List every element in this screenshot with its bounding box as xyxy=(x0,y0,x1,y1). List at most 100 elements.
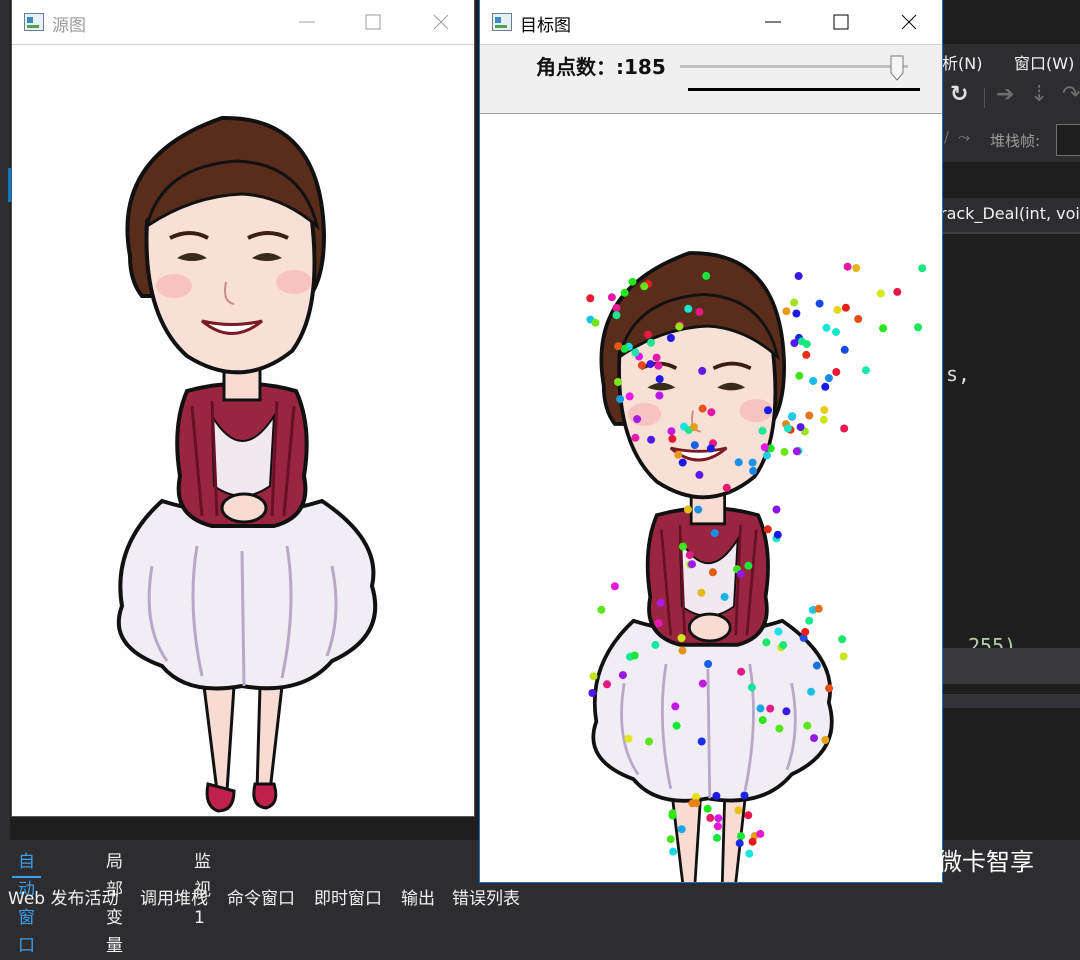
menu-analyze[interactable]: 析(N) xyxy=(942,50,982,74)
corner-point xyxy=(735,839,744,848)
corner-point xyxy=(631,348,640,357)
close-button[interactable] xyxy=(886,0,932,44)
code-splitter[interactable] xyxy=(940,694,1080,708)
corner-point xyxy=(671,702,680,711)
corner-point xyxy=(807,687,816,696)
corner-point xyxy=(656,598,665,607)
tab-web-publish[interactable]: Web 发布活动 xyxy=(8,884,118,909)
corner-point xyxy=(677,825,686,834)
corner-point xyxy=(666,835,675,844)
corner-point xyxy=(647,338,655,347)
tab-autos[interactable]: 自动窗口 xyxy=(12,848,41,956)
source-window-title: 源图 xyxy=(52,16,86,36)
thread-icon[interactable]: / xyxy=(944,128,949,146)
minimize-button[interactable] xyxy=(284,0,330,44)
trackbar-value: :185 xyxy=(616,55,666,79)
target-image-window[interactable]: 目标图 角点数：:185 xyxy=(480,0,942,921)
tab-immediate-window[interactable]: 即时窗口 xyxy=(314,884,382,909)
corner-point xyxy=(710,529,719,538)
corner-point xyxy=(779,641,788,650)
flag-icon[interactable]: ⤳ xyxy=(958,128,970,146)
minimize-icon xyxy=(765,21,781,23)
corner-point xyxy=(607,293,616,302)
corner-point xyxy=(620,288,629,297)
corner-point xyxy=(651,640,660,649)
source-image xyxy=(12,46,474,816)
corner-point xyxy=(797,337,806,346)
corner-point xyxy=(708,568,717,577)
maximize-icon xyxy=(833,14,849,30)
trackbar-label: 角点数：:185 xyxy=(536,55,666,79)
corner-point xyxy=(854,315,863,323)
corner-point xyxy=(840,345,849,354)
tab-error-list[interactable]: 错误列表 xyxy=(452,884,520,909)
corner-point xyxy=(646,360,655,369)
corner-point xyxy=(876,289,885,298)
corner-point xyxy=(702,271,711,280)
tab-watch1[interactable]: 监视 1 xyxy=(188,848,217,928)
minimize-button[interactable] xyxy=(750,0,796,44)
corner-point xyxy=(802,350,811,359)
maximize-button[interactable] xyxy=(350,0,396,44)
tab-call-stack[interactable]: 调用堆栈 xyxy=(140,884,208,909)
corner-point xyxy=(780,447,789,456)
corner-point xyxy=(803,721,812,730)
corner-point xyxy=(758,716,767,725)
source-image-window[interactable]: 源图 xyxy=(12,0,474,816)
trackbar-track[interactable] xyxy=(680,65,908,69)
corner-point xyxy=(674,450,683,459)
corner-point xyxy=(677,634,686,642)
corner-point xyxy=(788,412,797,421)
target-window-titlebar[interactable]: 目标图 xyxy=(480,0,942,45)
corner-point xyxy=(810,734,818,743)
corner-point xyxy=(747,683,756,692)
restart-icon[interactable]: ↻ xyxy=(950,82,968,107)
corner-point xyxy=(704,660,713,668)
code-current-line xyxy=(940,648,1080,684)
code-editor[interactable]: s, 255) xyxy=(940,234,1080,658)
corner-point xyxy=(748,837,757,846)
corner-point xyxy=(783,424,792,433)
trackbar-thumb[interactable] xyxy=(890,55,904,81)
corner-point xyxy=(624,734,633,743)
tab-output[interactable]: 输出 xyxy=(401,884,435,909)
corner-point xyxy=(614,378,622,386)
corner-point xyxy=(782,307,791,316)
tab-locals[interactable]: 局部变量 xyxy=(100,848,129,956)
corner-point xyxy=(690,423,698,432)
maximize-button[interactable] xyxy=(818,0,864,44)
corner-point xyxy=(707,408,716,417)
step-into-icon[interactable]: ⇣ xyxy=(1030,82,1048,107)
corner-point xyxy=(758,426,767,435)
corner-point xyxy=(852,264,861,272)
corner-point xyxy=(706,813,715,822)
source-window-titlebar[interactable]: 源图 xyxy=(12,0,474,45)
tab-command-window[interactable]: 命令窗口 xyxy=(227,884,295,909)
corner-point xyxy=(756,829,765,838)
corner-point xyxy=(672,721,681,730)
corner-point xyxy=(843,262,852,271)
corner-point xyxy=(713,822,722,831)
corner-point xyxy=(614,342,623,351)
corner-point xyxy=(792,447,801,456)
corner-point xyxy=(684,304,693,313)
corner-point xyxy=(640,282,649,291)
corner-point xyxy=(720,592,729,601)
corner-point xyxy=(706,444,715,453)
step-over-icon[interactable]: ➔ xyxy=(996,82,1014,107)
document-tab[interactable]: rack_Deal(int, voi xyxy=(940,198,1080,234)
corner-point xyxy=(603,680,611,689)
corner-point xyxy=(832,368,841,376)
stack-frame-dropdown[interactable] xyxy=(1056,124,1080,156)
close-button[interactable] xyxy=(418,0,464,44)
corner-point xyxy=(588,689,597,697)
corner-point xyxy=(645,737,653,746)
corner-point xyxy=(654,619,663,628)
wechat-icon xyxy=(891,843,931,872)
corner-point xyxy=(668,809,677,818)
menu-window[interactable]: 窗口(W) xyxy=(1014,50,1074,74)
corner-point xyxy=(734,806,743,815)
corner-point xyxy=(840,424,849,433)
step-out-icon[interactable]: ↷ xyxy=(1062,82,1080,107)
corner-point xyxy=(792,309,801,318)
